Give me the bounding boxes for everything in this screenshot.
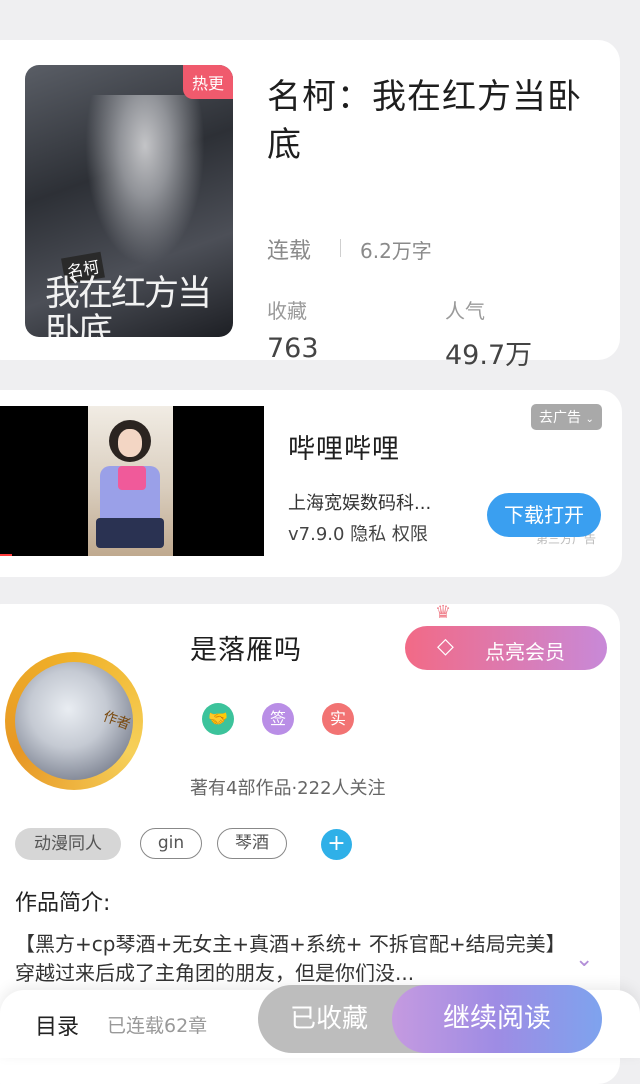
diamond-icon: ◇: [437, 634, 454, 659]
book-cover[interactable]: 热更 名柯 我在红方当卧底: [25, 65, 233, 337]
hot-update-tag: 热更: [182, 65, 233, 99]
book-status: 连载: [267, 239, 312, 264]
chevron-down-icon[interactable]: ⌄: [575, 947, 593, 972]
continue-reading-button[interactable]: 继续阅读: [392, 985, 602, 1053]
remove-ad-label: 去广告: [539, 410, 581, 426]
remove-ad-button[interactable]: 去广告 ⌄: [531, 404, 602, 430]
verified-badge[interactable]: 实: [322, 703, 354, 735]
signed-badge[interactable]: 签: [262, 703, 294, 735]
book-card: 热更 名柯 我在红方当卧底 名柯：我在红方当卧底 连载 6.2万字 收藏 763…: [0, 40, 620, 371]
cover-illustration: [85, 95, 205, 265]
favorites-value: 763: [267, 333, 319, 364]
ad-app-name: 哔哩哔哩: [288, 434, 400, 465]
tag-chip[interactable]: 动漫同人: [15, 828, 121, 860]
add-tag-icon[interactable]: +: [321, 829, 352, 860]
author-meta: 著有4部作品·222人关注: [190, 778, 386, 799]
ad-person-sign: [118, 466, 146, 490]
ad-person-face: [118, 429, 142, 457]
vip-button[interactable]: ◇ 点亮会员: [405, 626, 607, 670]
book-title: 名柯：我在红方当卧底: [267, 77, 582, 165]
ad-company: 上海宽娱数码科...: [288, 493, 432, 514]
ad-card[interactable]: 去广告 ⌄ 哔哩哔哩 上海宽娱数码科... v7.9.0 隐私 权限 第三方广告…: [0, 390, 622, 577]
ad-video-frame: [88, 406, 173, 556]
author-avatar[interactable]: 作者: [5, 652, 143, 790]
intro-text: 【黑方+cp琴酒+无女主+真酒+系统+ 不拆官配+结局完美】穿越过来后成了主角团…: [15, 932, 556, 985]
tag-chip[interactable]: 琴酒: [217, 828, 287, 859]
intro-title: 作品简介:: [15, 891, 111, 916]
favorites-label: 收藏: [267, 299, 307, 323]
author-name[interactable]: 是落雁吗: [190, 628, 302, 667]
ad-video-progress: [0, 554, 12, 556]
tag-chip[interactable]: gin: [140, 828, 202, 859]
divider: [340, 239, 341, 257]
cover-text-main: 我在红方当卧底: [45, 274, 212, 337]
word-count: 6.2万字: [360, 239, 432, 263]
popularity-label: 人气: [445, 299, 485, 323]
handshake-badge-icon[interactable]: 🤝: [202, 703, 234, 735]
vip-label: 点亮会员: [485, 640, 565, 664]
ad-video[interactable]: [0, 406, 264, 556]
popularity-value: 49.7万: [445, 340, 533, 371]
ad-version-privacy[interactable]: v7.9.0 隐私 权限: [288, 520, 428, 546]
toc-button[interactable]: 目录: [35, 1009, 79, 1041]
chevron-down-icon: ⌄: [585, 414, 594, 425]
ad-person-skirt: [96, 518, 164, 548]
download-open-button[interactable]: 下载打开: [487, 493, 601, 537]
crown-icon: ♛: [435, 602, 452, 623]
chapter-count[interactable]: 已连载62章: [107, 1011, 207, 1038]
